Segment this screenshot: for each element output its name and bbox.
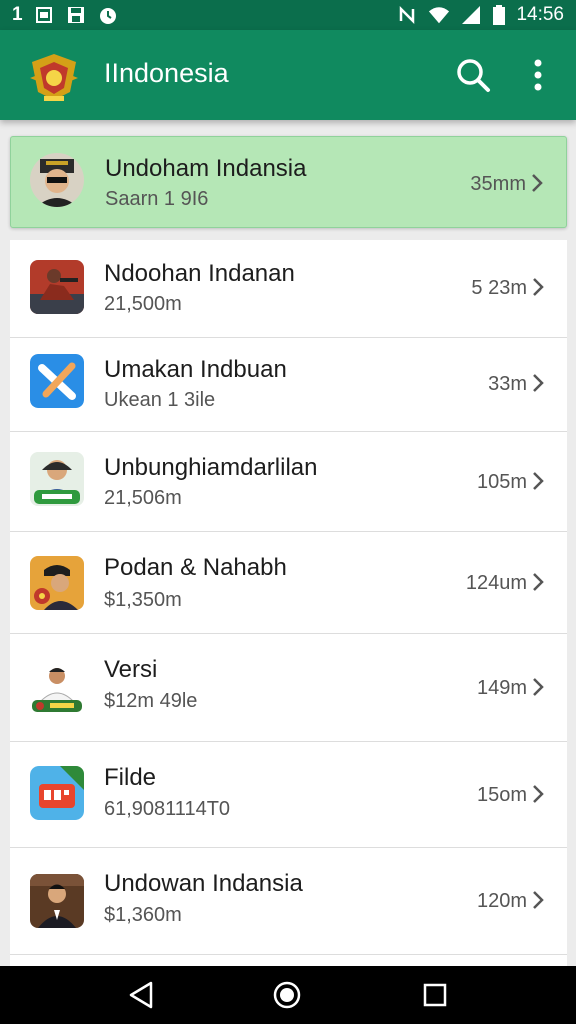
battery-icon: [492, 5, 506, 25]
list-item-partial: [10, 954, 567, 966]
item-size: 33m: [488, 373, 527, 395]
item-title: Unbunghiamdarlilan: [104, 454, 318, 481]
item-title: Filde: [104, 764, 157, 791]
captain-avatar-icon: [30, 556, 84, 610]
item-subtitle: $12m 49le: [104, 690, 198, 712]
list-item[interactable]: Umakan Indbuan Ukean 1 3ile 33m: [10, 338, 567, 432]
boat-photo-icon: [30, 260, 84, 314]
sim-card-icon: [33, 5, 55, 25]
item-subtitle: 61,9081114T0: [104, 798, 231, 820]
save-icon: [65, 5, 87, 25]
recents-icon[interactable]: [420, 980, 450, 1010]
garuda-emblem-icon: [26, 48, 82, 104]
item-subtitle: $1,360m: [104, 904, 182, 926]
item-size: 35mm: [470, 173, 526, 195]
list-item[interactable]: Ndoohan Indanan 21,500m 5 23m: [10, 240, 567, 338]
signal-icon: [460, 5, 482, 25]
chevron-right-icon: [533, 573, 544, 591]
search-icon[interactable]: [454, 56, 492, 94]
tools-app-icon: [30, 354, 84, 408]
item-subtitle: 21,506m: [104, 487, 182, 509]
item-title: Undowan Indansia: [104, 870, 303, 897]
list-item[interactable]: Filde 61,9081114T0 15om: [10, 742, 567, 848]
item-size: 15om: [476, 784, 527, 806]
chevron-right-icon: [533, 678, 544, 696]
list-item[interactable]: Undowan Indansia $1,360m 120m: [10, 848, 567, 954]
item-subtitle: $1,350m: [104, 589, 182, 611]
item-title: Umakan Indbuan: [104, 356, 287, 383]
list-item[interactable]: Undoham Indansia Saarn 1 9I6 35mm: [10, 136, 567, 228]
chevron-right-icon: [533, 374, 544, 392]
item-size: 149m: [476, 677, 527, 699]
status-bar: 1 14:56: [0, 0, 576, 30]
person-badge-icon: [30, 452, 84, 506]
item-size: 124um: [465, 572, 527, 594]
item-title: Ndoohan Indanan: [104, 260, 295, 287]
chevron-right-icon: [533, 278, 544, 296]
officer-avatar-icon: [30, 153, 84, 207]
list-item[interactable]: Unbunghiamdarlilan 21,506m 105m: [10, 432, 567, 532]
item-title: Podan & Nahabh: [104, 554, 287, 581]
chevron-right-icon: [533, 785, 544, 803]
chevron-right-icon: [532, 174, 543, 192]
list-item[interactable]: Podan & Nahabh $1,350m 124um: [10, 532, 567, 634]
item-title: Versi: [104, 656, 158, 683]
official-avatar-icon: [30, 662, 84, 716]
film-app-icon: [30, 766, 84, 820]
item-size: 105m: [476, 471, 527, 493]
item-subtitle: Saarn 1 9I6: [105, 188, 209, 210]
wifi-icon: [428, 5, 450, 25]
item-title: Undoham Indansia: [105, 155, 307, 182]
businessman-photo-icon: [30, 874, 84, 928]
item-size: 120m: [476, 890, 527, 912]
alarm-icon: [97, 5, 119, 25]
navigation-bar: [0, 966, 576, 1024]
item-size: 5 23m: [471, 277, 527, 299]
list-item[interactable]: Versi $12m 49le 149m: [10, 634, 567, 742]
page-title: IIndonesia: [104, 58, 229, 88]
back-icon[interactable]: [126, 980, 156, 1010]
more-vert-icon[interactable]: [526, 56, 550, 94]
app-list: Undoham Indansia Saarn 1 9I6 35mm Ndooha…: [0, 120, 576, 966]
item-subtitle: Ukean 1 3ile: [104, 389, 216, 411]
nfc-icon: [396, 5, 418, 25]
item-subtitle: 21,500m: [104, 293, 182, 315]
app-bar: IIndonesia: [0, 30, 576, 120]
chevron-right-icon: [533, 472, 544, 490]
home-icon[interactable]: [272, 980, 302, 1010]
status-time: 14:56: [516, 4, 564, 25]
status-left-text: 1: [12, 4, 23, 25]
chevron-right-icon: [533, 891, 544, 909]
